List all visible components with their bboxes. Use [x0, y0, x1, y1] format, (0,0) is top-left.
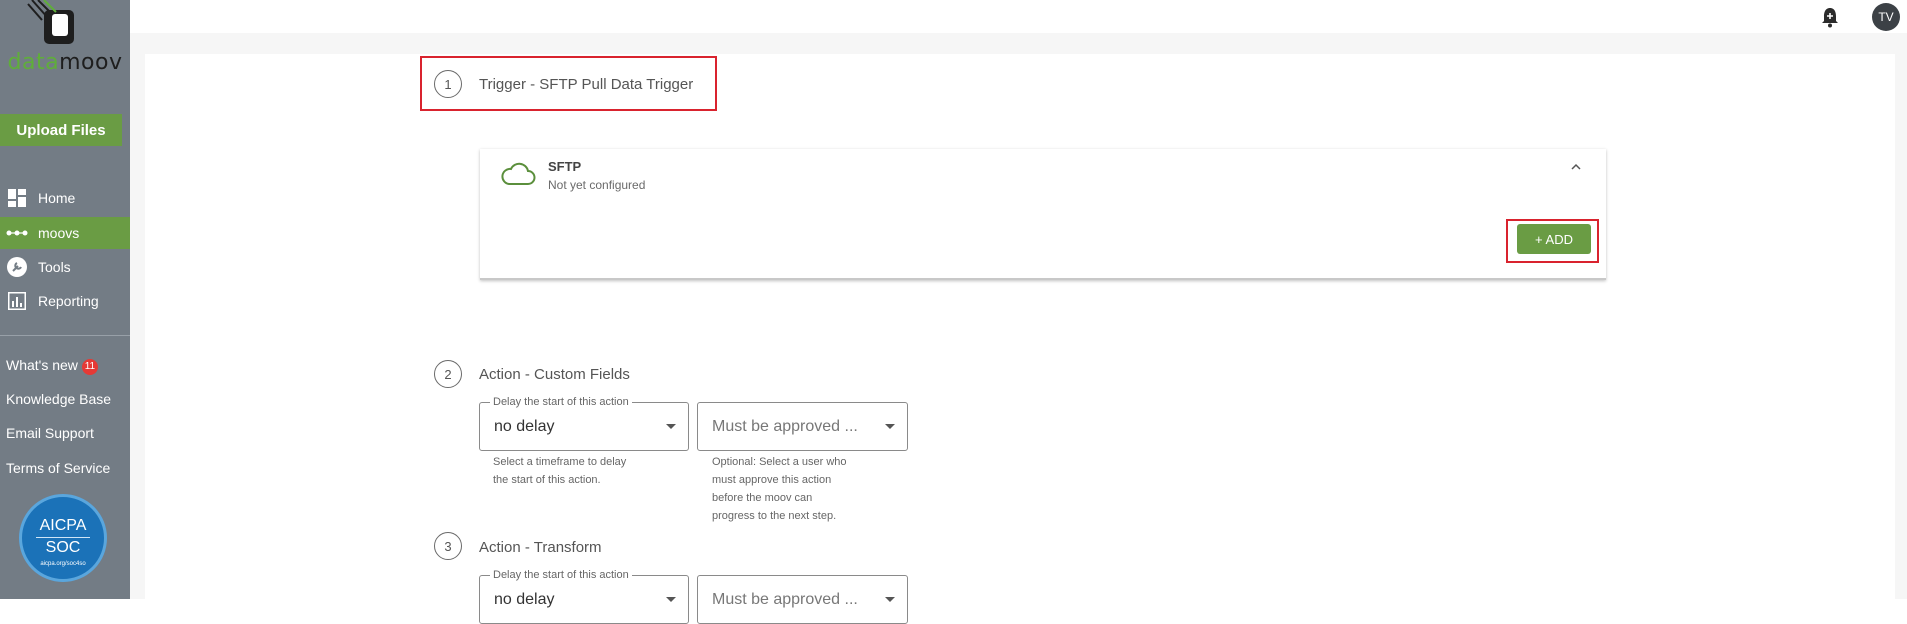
step-2-number: 2	[434, 360, 462, 388]
sidebar-item-label: Reporting	[38, 293, 99, 309]
add-sftp-button[interactable]: + ADD	[1517, 224, 1591, 254]
sftp-card-title: SFTP	[548, 159, 582, 174]
approval-select-value: Must be approved ...	[712, 418, 858, 435]
dropdown-arrow-icon	[666, 424, 676, 429]
workflow-panel	[145, 54, 1895, 599]
approval-select-value: Must be approved ...	[712, 591, 858, 608]
upload-files-button[interactable]: Upload Files	[0, 114, 122, 146]
step-3-delay-select[interactable]: Delay the start of this action no delay	[479, 569, 689, 624]
sidebar: datamoov Upload Files Home moovs Tools R…	[0, 0, 130, 599]
delay-select-label: Delay the start of this action	[490, 396, 632, 408]
dropdown-arrow-icon	[885, 424, 895, 429]
bar-chart-icon	[4, 292, 30, 310]
sidebar-item-home[interactable]: Home	[0, 182, 130, 214]
sidebar-item-label: moovs	[38, 225, 80, 241]
delay-select-value: no delay	[494, 418, 555, 435]
step-1-title[interactable]: Trigger - SFTP Pull Data Trigger	[479, 76, 693, 93]
email-support-link[interactable]: Email Support	[6, 425, 94, 441]
sidebar-item-label: Tools	[38, 259, 71, 275]
approval-helper-text: Optional: Select a user who must approve…	[712, 456, 847, 522]
delay-helper-text: Select a timeframe to delay the start of…	[493, 456, 627, 486]
step-2-title[interactable]: Action - Custom Fields	[479, 366, 630, 383]
step-1-number: 1	[434, 70, 462, 98]
cloud-icon	[501, 162, 536, 185]
dots-flow-icon	[4, 229, 30, 237]
step-3-approval-select[interactable]: Must be approved ...	[697, 575, 908, 624]
sidebar-divider	[0, 335, 130, 336]
badge-divider	[36, 537, 90, 538]
user-avatar[interactable]: TV	[1872, 3, 1900, 31]
sidebar-item-tools[interactable]: Tools	[0, 251, 130, 283]
top-bar	[130, 0, 1907, 33]
delay-select-label: Delay the start of this action	[490, 569, 632, 581]
step-2-approval-select[interactable]: Must be approved ...	[697, 402, 908, 451]
dashboard-icon	[4, 189, 30, 207]
sidebar-item-label: Home	[38, 190, 76, 206]
terms-of-service-link[interactable]: Terms of Service	[6, 460, 110, 476]
whats-new-label: What's new	[6, 357, 78, 373]
sftp-card-status: Not yet configured	[548, 178, 646, 192]
logo-wordmark: datamoov	[7, 50, 123, 75]
sidebar-item-moovs[interactable]: moovs	[0, 217, 130, 249]
sftp-trigger-card: SFTP Not yet configured + ADD	[480, 149, 1606, 280]
step-3-number: 3	[434, 532, 462, 560]
sidebar-item-reporting[interactable]: Reporting	[0, 285, 130, 317]
badge-small-text: aicpa.org/soc4so	[40, 561, 86, 567]
dropdown-arrow-icon	[666, 597, 676, 602]
knowledge-base-link[interactable]: Knowledge Base	[6, 391, 111, 407]
dropdown-arrow-icon	[885, 597, 895, 602]
whats-new-link[interactable]: What's new 11	[6, 357, 98, 375]
chevron-up-icon[interactable]	[1570, 163, 1582, 171]
notification-count-badge: 11	[81, 359, 98, 375]
wrench-icon	[4, 257, 30, 277]
delay-select-value: no delay	[494, 591, 555, 608]
aicpa-soc-badge: AICPA SOC aicpa.org/soc4so	[19, 494, 107, 582]
soc-label: SOC	[45, 539, 81, 556]
aicpa-label: AICPA	[39, 517, 87, 534]
notification-bell-icon[interactable]	[1820, 6, 1840, 33]
step-3-title[interactable]: Action - Transform	[479, 539, 602, 556]
step-2-delay-select[interactable]: Delay the start of this action no delay	[479, 396, 689, 451]
